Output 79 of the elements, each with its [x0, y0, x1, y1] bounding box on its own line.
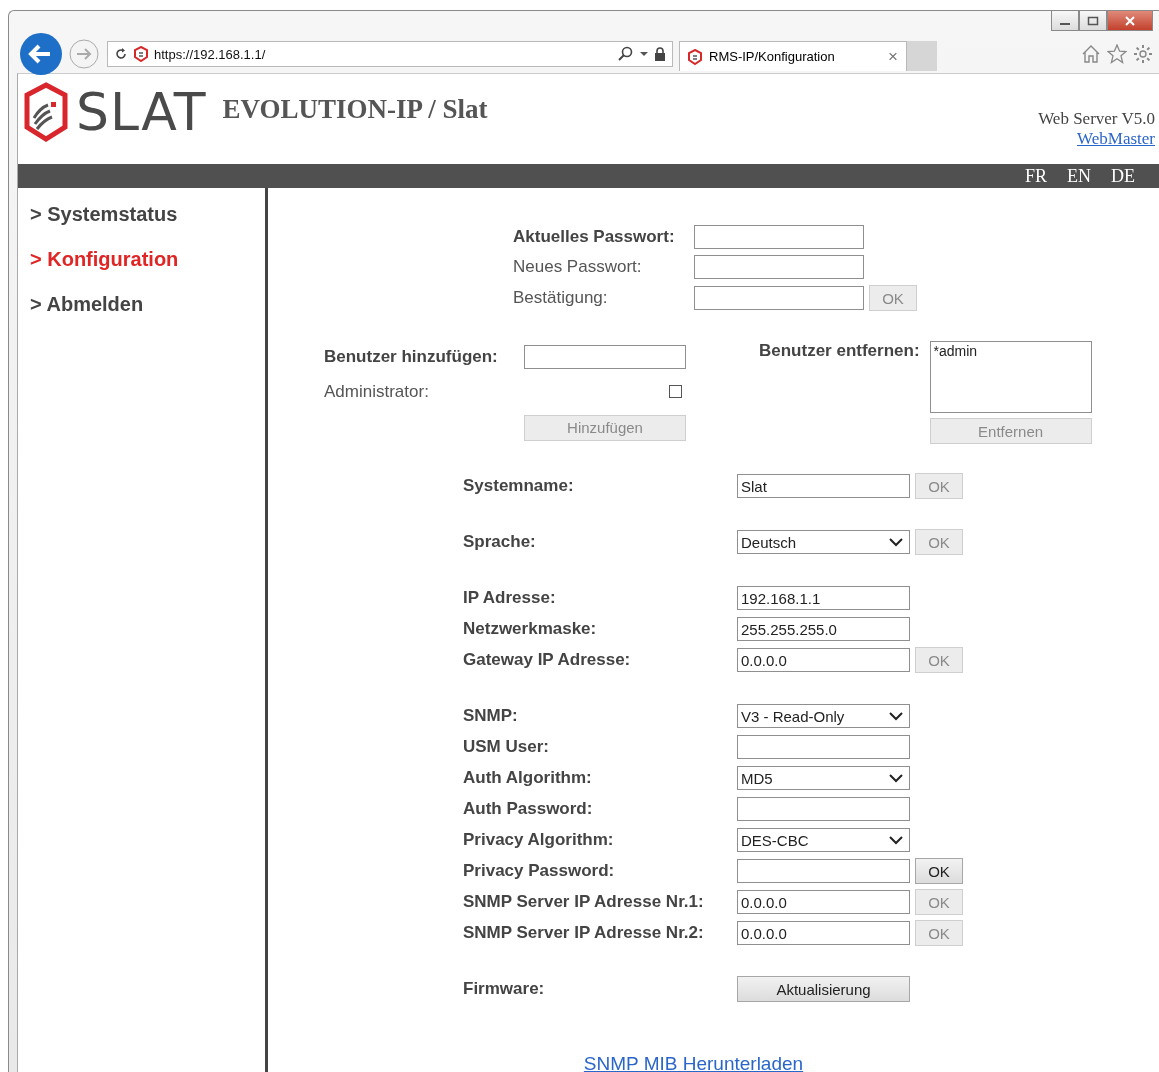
address-bar[interactable]: https://192.168.1.1/: [107, 41, 673, 67]
nav-link[interactable]: > Konfiguration: [30, 248, 265, 271]
text-field[interactable]: 0.0.0.0: [737, 648, 910, 672]
nav-link[interactable]: > Abmelden: [30, 293, 265, 316]
password-field[interactable]: [694, 255, 864, 279]
administrator-checkbox[interactable]: [669, 385, 682, 398]
setting-label: Gateway IP Adresse:: [463, 650, 632, 670]
browser-tab[interactable]: RMS-IP/Konfiguration ×: [679, 41, 907, 71]
forward-button[interactable]: [69, 39, 99, 69]
setting-label: Privacy Password:: [463, 861, 616, 881]
language-link[interactable]: FR: [1024, 165, 1047, 187]
back-button[interactable]: [19, 32, 63, 76]
download-link[interactable]: SNMP MIB Herunterladen: [583, 1053, 804, 1072]
chevron-icon: [889, 773, 903, 783]
dropdown[interactable]: MD5: [737, 766, 910, 790]
chevron-icon: [889, 711, 903, 721]
password-field[interactable]: [694, 225, 864, 249]
dropdown[interactable]: V3 - Read-Only: [737, 704, 910, 728]
field-label: Neues Passwort:: [513, 257, 643, 277]
close-button[interactable]: [1107, 11, 1153, 31]
tab-close-button[interactable]: ×: [888, 46, 898, 67]
ok-button[interactable]: OK: [915, 858, 963, 884]
text-field[interactable]: [737, 797, 910, 821]
language-link[interactable]: DE: [1111, 165, 1135, 187]
password-field[interactable]: [694, 286, 864, 310]
setting-label: Netzwerkmaske:: [463, 619, 598, 639]
logo-text: SLAT: [76, 82, 207, 142]
search-icon[interactable]: [618, 46, 634, 62]
minimize-icon: [1060, 22, 1070, 25]
field-label: Bestätigung:: [513, 288, 609, 308]
logo-shield-icon: [24, 82, 68, 142]
field-label: Benutzer hinzufügen:: [324, 346, 499, 367]
settings-icon[interactable]: [1133, 44, 1153, 64]
update-button[interactable]: Aktualisierung: [737, 976, 910, 1002]
dropdown[interactable]: Deutsch: [737, 530, 910, 554]
lock-icon[interactable]: [654, 47, 666, 61]
username-field[interactable]: [524, 344, 686, 369]
maximize-button[interactable]: [1079, 11, 1107, 31]
field-label: Benutzer entfernen:: [759, 341, 920, 361]
setting-label: USM User:: [463, 737, 550, 757]
close-icon: [1124, 15, 1136, 26]
webmaster-link[interactable]: WebMaster: [1077, 129, 1155, 149]
maximize-icon: [1087, 15, 1099, 26]
setting-label: Firmware:: [463, 979, 546, 999]
text-field[interactable]: 192.168.1.1: [737, 586, 910, 610]
url-text: https://192.168.1.1/: [154, 46, 266, 62]
setting-label: SNMP Server IP Adresse Nr.2:: [463, 923, 705, 943]
setting-label: Auth Password:: [463, 799, 594, 819]
nav-link[interactable]: > Systemstatus: [30, 203, 265, 226]
dropdown[interactable]: DES-CBC: [737, 828, 910, 852]
shield-icon: [134, 46, 148, 62]
language-link[interactable]: EN: [1067, 165, 1091, 187]
shield-icon: [688, 48, 702, 65]
text-field[interactable]: [737, 859, 910, 883]
field-label: Aktuelles Passwort:: [513, 227, 676, 247]
text-field[interactable]: 0.0.0.0: [737, 921, 910, 945]
chevron-icon: [889, 835, 903, 845]
text-field[interactable]: [737, 735, 910, 759]
minimize-button[interactable]: [1051, 11, 1079, 31]
setting-label: Privacy Algorithm:: [463, 830, 615, 850]
caret-icon[interactable]: [640, 51, 648, 57]
user-list-item[interactable]: *admin: [933, 343, 978, 359]
star-icon[interactable]: [1107, 44, 1127, 64]
setting-label: SNMP:: [463, 706, 519, 726]
user-listbox[interactable]: *admin: [929, 341, 1092, 413]
text-field[interactable]: 255.255.255.0: [737, 617, 910, 641]
chevron-icon: [889, 537, 903, 547]
field-label: Administrator:: [324, 381, 430, 402]
text-field[interactable]: Slat: [737, 474, 910, 498]
setting-label: IP Adresse:: [463, 588, 557, 608]
home-icon[interactable]: [1081, 44, 1101, 64]
page-title: EVOLUTION-IP / Slat: [222, 94, 488, 125]
text-field[interactable]: 0.0.0.0: [737, 890, 910, 914]
setting-label: Sprache:: [463, 532, 537, 552]
server-version: Web Server V5.0: [1038, 109, 1155, 129]
setting-label: Auth Algorithm:: [463, 768, 593, 788]
refresh-icon[interactable]: [114, 47, 128, 61]
setting-label: Systemname:: [463, 476, 575, 496]
setting-label: SNMP Server IP Adresse Nr.1:: [463, 892, 705, 912]
